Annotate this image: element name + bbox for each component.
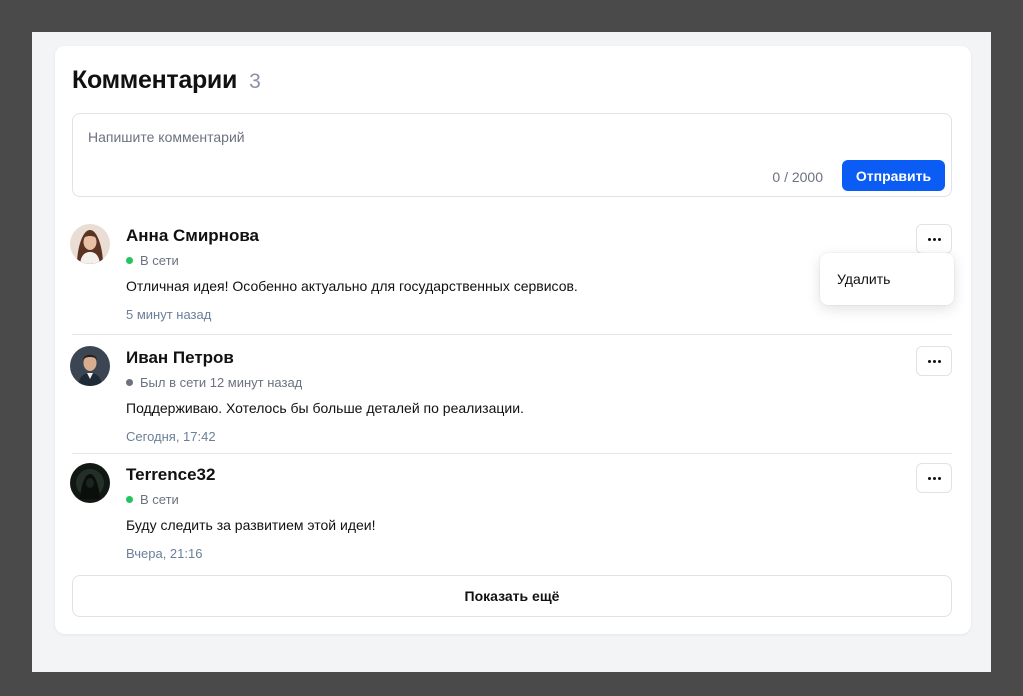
presence-label: Был в сети 12 минут назад <box>140 375 303 390</box>
dot-icon <box>927 359 931 363</box>
author-name[interactable]: Анна Смирнова <box>126 226 259 246</box>
comment-text: Отличная идея! Особенно актуально для го… <box>126 278 578 294</box>
send-button[interactable]: Отправить <box>842 160 945 191</box>
show-more-button[interactable]: Показать ещё <box>72 575 952 617</box>
comment-time: 5 минут назад <box>126 307 212 322</box>
dot-icon <box>937 476 941 480</box>
divider <box>72 334 952 335</box>
online-indicator-icon <box>126 257 133 264</box>
comment-actions-menu: Удалить <box>820 253 954 305</box>
comments-card: Комментарии 3 0 / 2000 Отправить Анна См… <box>55 46 971 634</box>
more-actions-button[interactable] <box>916 224 952 254</box>
dot-icon <box>932 359 936 363</box>
author-name[interactable]: Terrence32 <box>126 465 215 485</box>
delete-menu-item[interactable]: Удалить <box>837 271 890 287</box>
char-counter: 0 / 2000 <box>772 169 823 185</box>
offline-indicator-icon <box>126 379 133 386</box>
comment-time: Вчера, 21:16 <box>126 546 203 561</box>
comments-count: 3 <box>249 70 261 93</box>
more-actions-button[interactable] <box>916 346 952 376</box>
comment-time: Сегодня, 17:42 <box>126 429 216 444</box>
dot-icon <box>932 476 936 480</box>
comments-title: Комментарии <box>72 66 238 94</box>
author-name[interactable]: Иван Петров <box>126 348 234 368</box>
dot-icon <box>932 237 936 241</box>
divider <box>72 453 952 454</box>
online-indicator-icon <box>126 496 133 503</box>
more-actions-button[interactable] <box>916 463 952 493</box>
dot-icon <box>937 359 941 363</box>
presence-label: В сети <box>140 492 179 507</box>
presence-status: В сети <box>126 492 179 507</box>
dot-icon <box>937 237 941 241</box>
comment-text: Поддерживаю. Хотелось бы больше деталей … <box>126 400 524 416</box>
comment-composer: 0 / 2000 Отправить <box>72 113 952 197</box>
presence-label: В сети <box>140 253 179 268</box>
comment-input[interactable] <box>88 126 728 148</box>
comment-text: Буду следить за развитием этой идеи! <box>126 517 376 533</box>
avatar[interactable] <box>70 463 110 503</box>
page-background: Комментарии 3 0 / 2000 Отправить Анна См… <box>32 32 991 672</box>
presence-status: В сети <box>126 253 179 268</box>
presence-status: Был в сети 12 минут назад <box>126 375 302 390</box>
avatar[interactable] <box>70 224 110 264</box>
dot-icon <box>927 476 931 480</box>
dot-icon <box>927 237 931 241</box>
comments-header: Комментарии 3 <box>72 66 261 95</box>
avatar[interactable] <box>70 346 110 386</box>
